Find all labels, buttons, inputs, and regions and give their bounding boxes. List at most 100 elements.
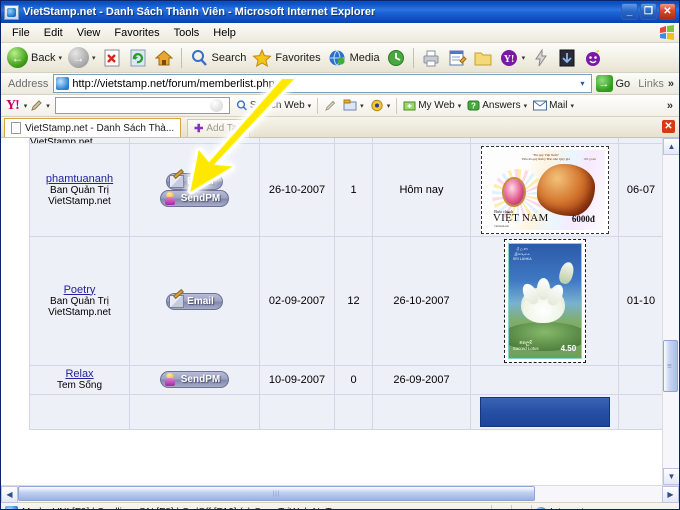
scroll-left-button[interactable]: ◀ xyxy=(1,486,18,503)
ie-page-icon xyxy=(56,77,70,90)
media-button[interactable]: Media xyxy=(324,45,383,71)
menu-item-help[interactable]: Help xyxy=(206,25,243,41)
yahoo-highlight-button[interactable] xyxy=(321,99,340,112)
vertical-scroll-track[interactable] xyxy=(663,155,679,468)
minimize-button[interactable]: _ xyxy=(621,3,638,20)
add-tab-button[interactable]: ✚ Add Tab xyxy=(187,119,250,137)
search-web-icon xyxy=(236,100,247,111)
search-web-dropdown-icon[interactable]: ▾ xyxy=(308,102,312,110)
horizontal-scrollbar[interactable]: ◀ ▶ xyxy=(1,485,679,503)
yahoo-antispy-button[interactable]: ▾ xyxy=(367,99,394,112)
person-pm-icon xyxy=(163,373,178,387)
forward-arrow-icon: → xyxy=(67,47,89,68)
stamp-name-text: නෙලුම් Sacred Lotus xyxy=(512,340,539,352)
tab-bar: VietStamp.net - Danh Sách Thà... ✚ Add T… xyxy=(1,117,679,138)
address-dropdown-icon[interactable]: ▾ xyxy=(575,75,591,92)
menu-item-file[interactable]: File xyxy=(5,25,37,41)
table-row: phamtuananh Ban Quản Trị VietStamp.net E… xyxy=(29,143,662,237)
email-button[interactable]: Email xyxy=(166,292,223,310)
sendpm-button-label: SendPM xyxy=(180,193,221,204)
member-username-link[interactable]: Relax xyxy=(33,368,126,380)
tab-vietstamp[interactable]: VietStamp.net - Danh Sách Thà... xyxy=(4,118,182,137)
ie-browser-window: VietStamp.net - Danh Sách Thành Viên - M… xyxy=(0,0,680,510)
go-button[interactable]: → Go xyxy=(592,75,635,92)
lightning-button[interactable] xyxy=(528,45,554,71)
stamp-subtitle-text: vietnam.net xyxy=(494,223,510,228)
edit-button[interactable] xyxy=(444,45,470,71)
status-pane-2 xyxy=(511,504,531,509)
menu-bar: File Edit View Favorites Tools Help xyxy=(1,23,679,43)
yahoo-pencil-button[interactable]: ▾ xyxy=(27,99,53,112)
refresh-button[interactable] xyxy=(125,45,151,71)
scroll-right-button[interactable]: ▶ xyxy=(662,486,679,503)
mail-label: Mail xyxy=(549,100,568,111)
print-button[interactable] xyxy=(418,45,444,71)
horizontal-scroll-thumb[interactable] xyxy=(18,486,535,501)
sendpm-button[interactable]: SendPM xyxy=(159,190,230,207)
member-username-link[interactable]: phamtuananh xyxy=(33,173,126,185)
yahoo-tabs-button[interactable]: ▾ xyxy=(340,99,367,112)
back-dropdown-icon[interactable]: ▾ xyxy=(58,54,62,62)
member-username-link[interactable]: Poetry xyxy=(33,284,126,296)
messenger-dropdown-icon[interactable]: ▾ xyxy=(522,54,526,62)
pencil-dropdown-icon[interactable]: ▾ xyxy=(46,102,50,110)
vertical-scroll-thumb[interactable] xyxy=(663,340,678,392)
yahoo-logo[interactable]: Y! xyxy=(4,98,21,114)
memberlist-table: phamtuananh Ban Quản Trị VietStamp.net E… xyxy=(29,138,662,430)
yahoo-myweb-button[interactable]: My Web ▾ xyxy=(400,99,464,112)
scroll-up-button[interactable]: ▲ xyxy=(663,138,679,155)
member-cell-extra: 01-10 xyxy=(618,236,662,366)
address-input[interactable]: http://vietstamp.net/forum/memberlist.ph… xyxy=(53,74,592,93)
scroll-down-button[interactable]: ▼ xyxy=(663,468,679,485)
member-cell-avatar xyxy=(470,365,619,395)
download-button[interactable] xyxy=(554,45,580,71)
links-label[interactable]: Links xyxy=(634,78,668,90)
svg-text:Y!: Y! xyxy=(503,54,514,65)
tabs-icon xyxy=(343,99,357,111)
email-button[interactable]: Email xyxy=(166,173,223,190)
menu-item-tools[interactable]: Tools xyxy=(167,25,207,41)
edit-page-icon xyxy=(449,50,467,65)
vertical-scrollbar[interactable]: ▲ ▼ xyxy=(662,138,679,485)
stop-button[interactable] xyxy=(99,45,125,71)
messenger-button[interactable]: Y! ▾ xyxy=(496,45,529,71)
search-button-label: Search xyxy=(211,51,247,64)
search-button[interactable]: Search xyxy=(186,45,250,71)
member-cell-avatar: "Đá quý Việt Nam" Tiêu đá quý Ruby Đảo n… xyxy=(470,143,619,237)
mail-icon xyxy=(533,100,548,111)
horizontal-scroll-track[interactable] xyxy=(18,486,662,502)
address-overflow-icon[interactable]: » xyxy=(668,78,677,90)
menu-item-view[interactable]: View xyxy=(70,25,108,41)
email-button-label: Email xyxy=(187,176,214,187)
forward-dropdown-icon[interactable]: ▾ xyxy=(92,54,96,62)
restore-button[interactable]: ❐ xyxy=(640,3,657,20)
yahoo-search-input[interactable] xyxy=(54,97,230,114)
yahoo-answers-button[interactable]: ? Answers ▾ xyxy=(464,99,530,112)
forward-button[interactable]: → ▾ xyxy=(65,45,99,71)
pencil-icon xyxy=(31,100,43,111)
close-toolbar-button[interactable]: ✕ xyxy=(662,120,675,133)
favorites-button[interactable]: Favorites xyxy=(249,45,323,71)
yahoo-mail-button[interactable]: Mail ▾ xyxy=(530,100,577,111)
back-button[interactable]: ← Back ▾ xyxy=(4,45,65,71)
yahoo-overflow-icon[interactable]: » xyxy=(667,100,676,112)
tabs-dropdown-icon[interactable]: ▾ xyxy=(360,102,364,110)
smiley-button[interactable] xyxy=(580,45,606,71)
home-button[interactable] xyxy=(151,45,177,71)
member-cell-actions: Email SendPM xyxy=(129,143,260,237)
member-title-line1: Tem Sống xyxy=(56,380,103,391)
folder-button[interactable] xyxy=(470,45,496,71)
menu-item-edit[interactable]: Edit xyxy=(37,25,70,41)
menu-item-favorites[interactable]: Favorites xyxy=(107,25,166,41)
answers-dropdown-icon[interactable]: ▾ xyxy=(524,102,528,110)
myweb-dropdown-icon[interactable]: ▾ xyxy=(458,102,462,110)
antispy-dropdown-icon[interactable]: ▾ xyxy=(387,102,391,110)
address-bar: Address http://vietstamp.net/forum/membe… xyxy=(1,73,679,95)
home-icon xyxy=(154,49,173,65)
sendpm-button[interactable]: SendPM xyxy=(159,371,230,389)
close-button[interactable]: ✕ xyxy=(659,3,676,20)
history-button[interactable] xyxy=(383,45,409,71)
mail-dropdown-icon[interactable]: ▾ xyxy=(570,102,574,110)
vietnam-gemstone-stamp: "Đá quý Việt Nam" Tiêu đá quý Ruby Đảo n… xyxy=(480,146,609,234)
yahoo-search-web-button[interactable]: Search Web ▾ xyxy=(232,99,314,112)
